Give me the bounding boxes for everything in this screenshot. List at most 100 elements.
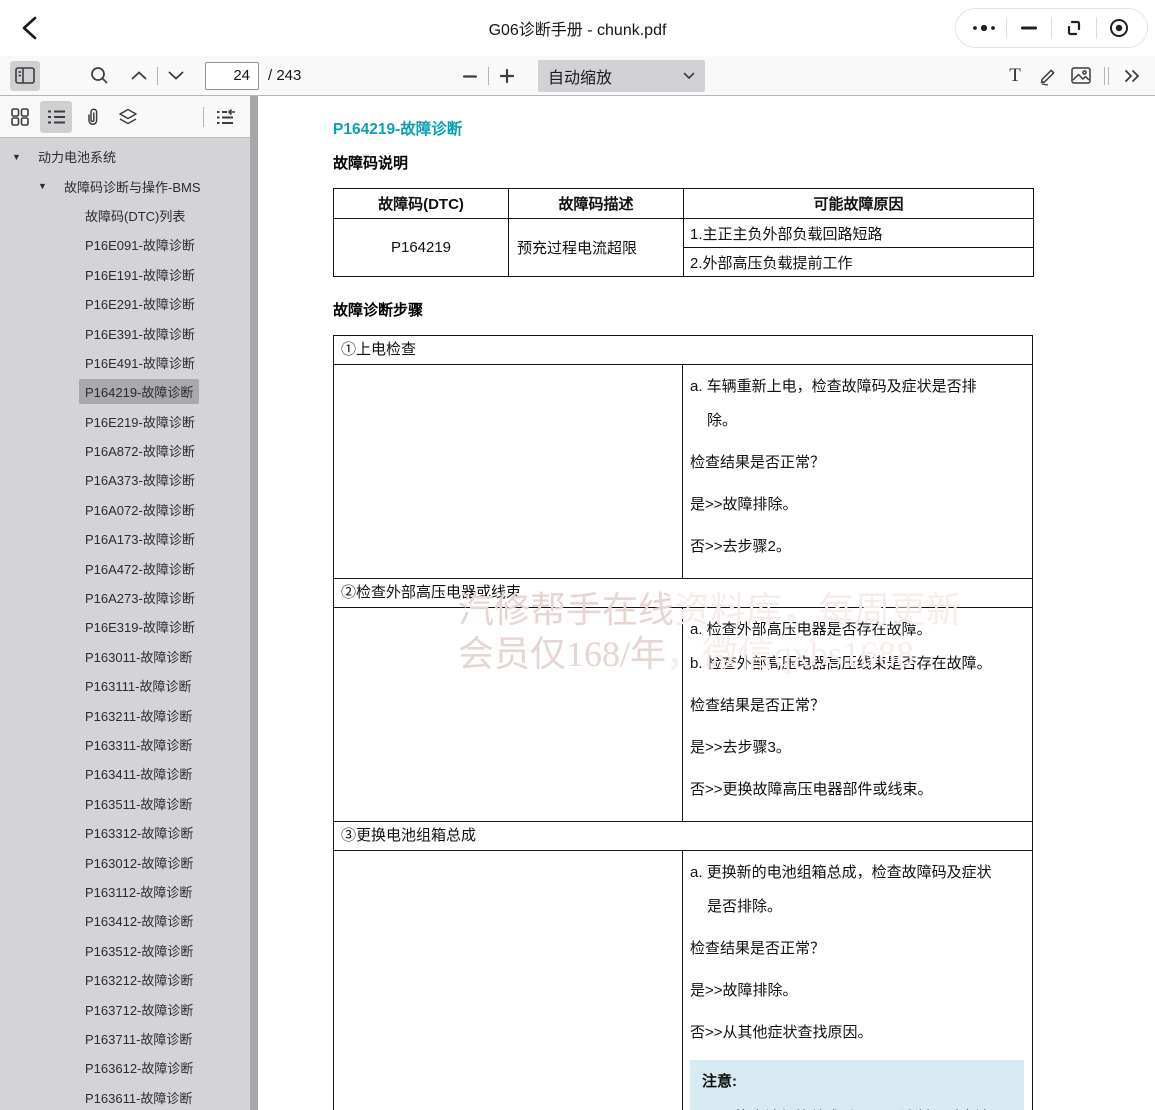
next-page-button[interactable] (161, 61, 191, 91)
zoom-in-button[interactable] (492, 61, 522, 91)
outline-tree: ▼动力电池系统▼故障码诊断与操作-BMS故障码(DTC)列表P16E091-故障… (0, 138, 250, 1110)
three-dots-icon (971, 23, 997, 33)
outline-item[interactable]: P163311-故障诊断 (0, 730, 250, 759)
outline-item[interactable]: P163012-故障诊断 (0, 847, 250, 876)
outline-item-label: P16A872-故障诊断 (79, 438, 201, 463)
outline-item[interactable]: P163512-故障诊断 (0, 936, 250, 965)
step-text-line: 除。 (690, 406, 1024, 436)
dtc-table-header-row: 故障码(DTC) 故障码描述 可能故障原因 (334, 189, 1034, 219)
draw-tool-button[interactable] (1033, 61, 1063, 91)
thumbnails-view-button[interactable] (4, 101, 36, 133)
outline-item[interactable]: P16E291-故障诊断 (0, 289, 250, 318)
toolbar-divider (157, 67, 158, 85)
outline-item[interactable]: P16A872-故障诊断 (0, 436, 250, 465)
outline-item[interactable]: P16A373-故障诊断 (0, 465, 250, 494)
back-button[interactable] (12, 10, 48, 46)
pencil-icon (1038, 66, 1058, 86)
image-tool-button[interactable] (1066, 61, 1096, 91)
outline-item[interactable]: P163211-故障诊断 (0, 700, 250, 729)
page-number-input[interactable] (205, 62, 259, 90)
outline-item[interactable]: P16E219-故障诊断 (0, 407, 250, 436)
outline-item[interactable]: P163611-故障诊断 (0, 1083, 250, 1110)
current-outline-item-button[interactable] (210, 101, 242, 133)
minimize-button[interactable] (1007, 10, 1051, 46)
dtc-table: 故障码(DTC) 故障码描述 可能故障原因 P164219 预充过程电流超限 1… (333, 188, 1034, 277)
outline-item[interactable]: P16A072-故障诊断 (0, 495, 250, 524)
outline-item[interactable]: P163711-故障诊断 (0, 1024, 250, 1053)
thumbnails-icon (11, 108, 29, 126)
collapse-triangle-icon[interactable]: ▼ (12, 152, 23, 162)
toolbar-divider (488, 67, 489, 85)
outline-item[interactable]: P164219-故障诊断 (0, 377, 250, 406)
step-text-line: 否>>从其他症状查找原因。 (690, 1018, 1024, 1048)
outline-item-label: P163511-故障诊断 (79, 791, 198, 816)
outline-item[interactable]: P163312-故障诊断 (0, 818, 250, 847)
outline-item[interactable]: P16A173-故障诊断 (0, 524, 250, 553)
previous-page-button[interactable] (124, 61, 154, 91)
step-text-line: a. 更换新的电池组箱总成，检查故障码及症状 (690, 858, 1024, 888)
dtc-description-cell: 预充过程电流超限 (509, 219, 684, 277)
toggle-sidebar-button[interactable] (10, 61, 40, 91)
chevron-left-icon (19, 15, 41, 41)
collapse-triangle-icon[interactable]: ▼ (38, 181, 49, 191)
outline-item[interactable]: P163411-故障诊断 (0, 759, 250, 788)
outline-view-button[interactable] (40, 101, 72, 133)
outline-item[interactable]: ▼故障码诊断与操作-BMS (0, 171, 250, 200)
toolbar-double-divider (1104, 67, 1109, 85)
outline-item[interactable]: P16E391-故障诊断 (0, 318, 250, 347)
current-outline-item-icon (216, 109, 236, 125)
outline-item[interactable]: 故障码(DTC)列表 (0, 201, 250, 230)
text-tool-icon: T (1009, 65, 1021, 87)
outline-item[interactable]: P16A472-故障诊断 (0, 553, 250, 582)
outline-item[interactable]: P16E319-故障诊断 (0, 612, 250, 641)
step-title: ①上电检查 (334, 336, 1032, 365)
outline-item[interactable]: P163212-故障诊断 (0, 965, 250, 994)
zoom-out-button[interactable] (455, 61, 485, 91)
outline-item[interactable]: P163412-故障诊断 (0, 906, 250, 935)
step-body-row: a. 车辆重新上电，检查故障码及症状是否排除。检查结果是否正常？是>>故障排除。… (334, 365, 1032, 579)
outline-item[interactable]: P163511-故障诊断 (0, 789, 250, 818)
outline-item[interactable]: P163112-故障诊断 (0, 877, 250, 906)
outline-item[interactable]: ▼动力电池系统 (0, 142, 250, 171)
zoom-select[interactable]: 自动缩放 (538, 60, 705, 92)
record-button[interactable] (1097, 10, 1141, 46)
dtc-table-row: P164219 预充过程电流超限 1.主正主负外部负载回路短路 (334, 219, 1034, 248)
sidebar: ▼动力电池系统▼故障码诊断与操作-BMS故障码(DTC)列表P16E091-故障… (0, 96, 250, 1110)
step-text-line: a. 车辆重新上电，检查故障码及症状是否排 (690, 372, 1024, 402)
find-button[interactable] (84, 61, 114, 91)
outline-item[interactable]: P16E091-故障诊断 (0, 230, 250, 259)
dtc-header-cause: 可能故障原因 (684, 189, 1034, 219)
outline-item[interactable]: P163612-故障诊断 (0, 1053, 250, 1082)
outline-item[interactable]: P16E491-故障诊断 (0, 348, 250, 377)
sidebar-resizer[interactable] (250, 96, 258, 1110)
outline-item[interactable]: P163111-故障诊断 (0, 671, 250, 700)
step-image-cell (334, 851, 683, 1110)
outline-item-label: P16A373-故障诊断 (79, 467, 201, 492)
more-tools-button[interactable] (1117, 61, 1147, 91)
step-image-cell (334, 608, 683, 821)
more-options-button[interactable] (962, 10, 1006, 46)
dtc-code-cell: P164219 (334, 219, 509, 277)
outline-item-label: P163111-故障诊断 (79, 673, 197, 698)
step-instruction-cell: a. 车辆重新上电，检查故障码及症状是否排除。检查结果是否正常？是>>故障排除。… (683, 365, 1032, 578)
sidebar-view-switcher (0, 96, 250, 138)
outline-item[interactable]: P163712-故障诊断 (0, 994, 250, 1023)
layers-icon (118, 108, 138, 125)
search-icon (90, 66, 109, 85)
restore-window-button[interactable] (1052, 10, 1096, 46)
step-body-row: a. 检查外部高压电器是否存在故障。b. 检查外部高压电器高压线束是否存在故障。… (334, 608, 1032, 822)
outline-item-label: P163411-故障诊断 (79, 761, 198, 786)
outline-item-label: P163212-故障诊断 (79, 967, 199, 992)
minus-icon (463, 75, 477, 78)
outline-item-label: P16E219-故障诊断 (79, 409, 201, 434)
layers-view-button[interactable] (112, 101, 144, 133)
outline-item[interactable]: P16E191-故障诊断 (0, 260, 250, 289)
annotation-tools: T (1000, 61, 1147, 91)
text-tool-button[interactable]: T (1000, 61, 1030, 91)
outline-item[interactable]: P16A273-故障诊断 (0, 583, 250, 612)
outline-item-label: P16E391-故障诊断 (79, 321, 201, 346)
pdf-toolbar: / 243 自动缩放 T (0, 56, 1155, 96)
attachments-view-button[interactable] (76, 101, 108, 133)
outline-item[interactable]: P163011-故障诊断 (0, 642, 250, 671)
dtc-header-description: 故障码描述 (509, 189, 684, 219)
